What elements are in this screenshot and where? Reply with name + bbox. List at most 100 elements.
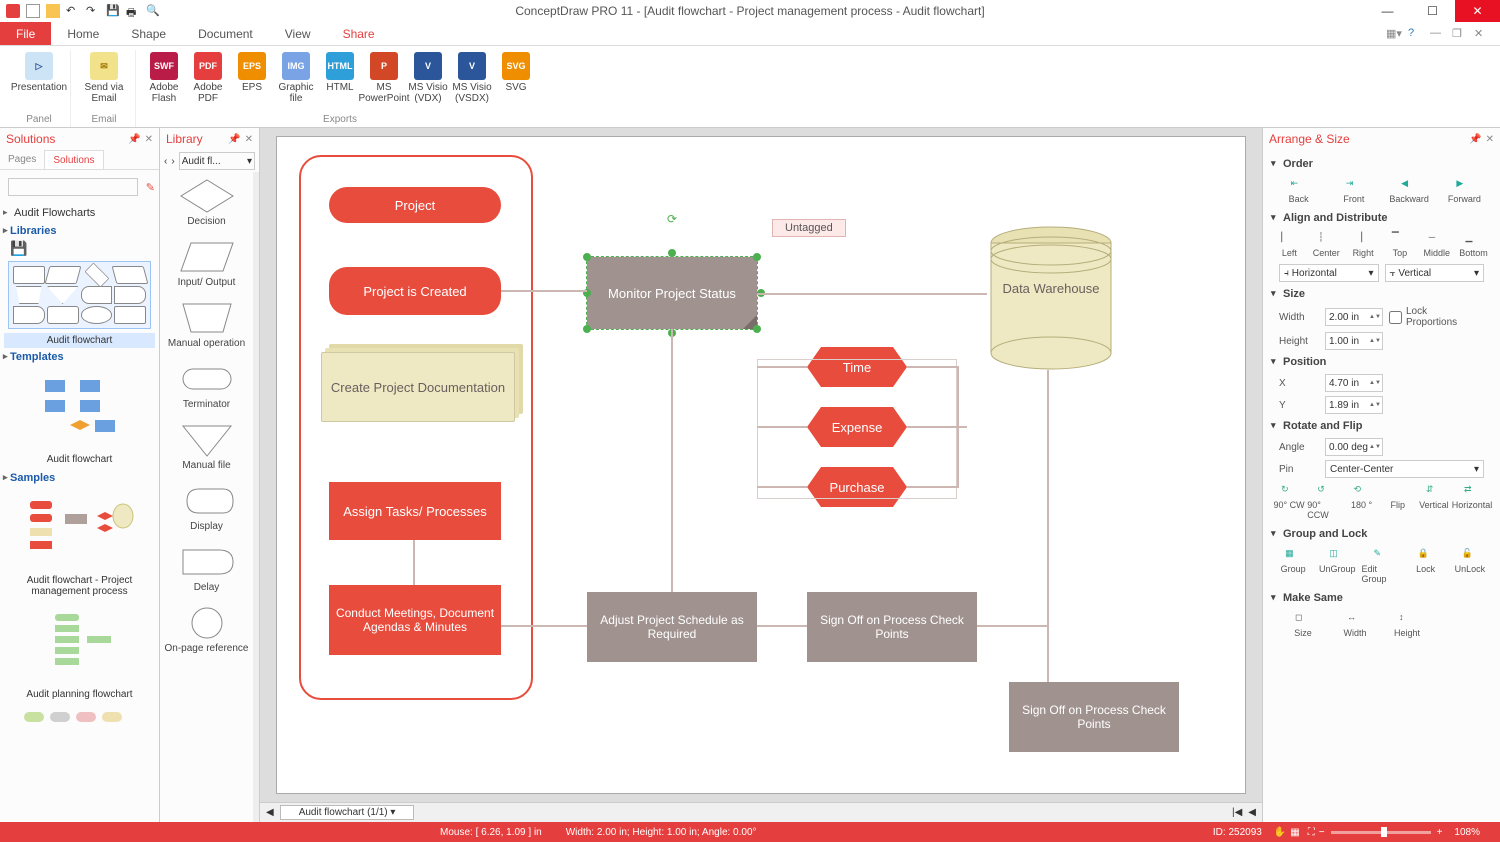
lock-btn[interactable]: 🔒Lock [1406, 548, 1446, 584]
zoom-out-icon[interactable]: − [1319, 827, 1325, 838]
order-back[interactable]: ⇤Back [1279, 178, 1319, 204]
rotate-handle-icon[interactable]: ⟳ [667, 212, 677, 226]
x-input[interactable]: 4.70 in▲▼ [1325, 374, 1383, 392]
same-size[interactable]: ◻Size [1283, 612, 1323, 638]
lib-next-icon[interactable]: › [171, 156, 174, 167]
template-thumb[interactable] [10, 370, 149, 450]
export-adobe-flash[interactable]: SWFAdobe Flash [144, 50, 184, 112]
pin-icon[interactable]: 📌 [228, 134, 240, 145]
mdi-restore-icon[interactable]: ❐ [1452, 27, 1466, 41]
y-input[interactable]: 1.89 in▲▼ [1325, 396, 1383, 414]
fit-icon[interactable]: ⛶ [1304, 827, 1319, 838]
order-forward[interactable]: ▶Forward [1444, 178, 1484, 204]
tree-samples[interactable]: Samples [0, 469, 159, 487]
panel-close-icon[interactable]: ✕ [145, 134, 153, 145]
redo-icon[interactable]: ↷ [86, 4, 100, 18]
save-lib-icon[interactable]: 💾 [4, 240, 27, 256]
export-adobe-pdf[interactable]: PDFAdobe PDF [188, 50, 228, 112]
size-section[interactable]: Size [1271, 284, 1492, 304]
makesame-section[interactable]: Make Same [1271, 588, 1492, 608]
sample3-thumb[interactable] [10, 708, 149, 728]
lib-shape-terminator[interactable]: Terminator [160, 355, 253, 416]
unlock-btn[interactable]: 🔓UnLock [1450, 548, 1490, 584]
close-button[interactable]: ✕ [1455, 0, 1500, 22]
align-section[interactable]: Align and Distribute [1271, 208, 1492, 228]
align-center[interactable]: ┆Center [1308, 232, 1345, 258]
order-backward[interactable]: ◀Backward [1389, 178, 1429, 204]
undo-icon[interactable]: ↶ [66, 4, 80, 18]
export-ms-visio-vsdx-[interactable]: VMS Visio (VSDX) [452, 50, 492, 112]
untagged-callout[interactable]: Untagged [772, 219, 846, 237]
print-icon[interactable]: 🖶 [126, 4, 140, 18]
export-ms-visio-vdx-[interactable]: VMS Visio (VDX) [408, 50, 448, 112]
new-doc-icon[interactable] [26, 4, 40, 18]
order-front[interactable]: ⇥Front [1334, 178, 1374, 204]
snap-icon[interactable]: ▦ [1286, 827, 1303, 838]
lib-shape-delay[interactable]: Delay [160, 538, 253, 599]
align-right[interactable]: ▕Right [1345, 232, 1382, 258]
shape-signoff2[interactable]: Sign Off on Process Check Points [1009, 682, 1179, 752]
pin-icon[interactable]: 📌 [1469, 134, 1481, 145]
library-selector[interactable]: Audit fl...▾ [179, 152, 255, 170]
shape-signoff1[interactable]: Sign Off on Process Check Points [807, 592, 977, 662]
document-tab[interactable]: Audit flowchart (1/1) ▾ [280, 805, 415, 820]
shape-docs[interactable]: Create Project Documentation [321, 352, 515, 422]
drawing-canvas[interactable]: Project Project is Created Create Projec… [276, 136, 1246, 794]
tree-templates[interactable]: Templates [0, 348, 159, 366]
flip-horizontal[interactable]: ⇄Horizontal [1452, 484, 1492, 520]
ungroup-btn[interactable]: ◫UnGroup [1317, 548, 1357, 584]
scroll-left-icon[interactable]: ◀ [266, 807, 274, 818]
sample2-thumb[interactable] [10, 605, 149, 685]
rotate-cw[interactable]: ↻90° CW [1271, 484, 1307, 520]
rotate-section[interactable]: Rotate and Flip [1271, 416, 1492, 436]
same-height[interactable]: ↕Height [1387, 612, 1427, 638]
presentation-button[interactable]: ▷ Presentation [14, 50, 64, 112]
group-section[interactable]: Group and Lock [1271, 524, 1492, 544]
shape-adjust[interactable]: Adjust Project Schedule as Required [587, 592, 757, 662]
sample1-thumb[interactable] [10, 491, 149, 571]
export-svg[interactable]: SVGSVG [496, 50, 536, 112]
rotate-180[interactable]: ⟲180 ° [1343, 484, 1379, 520]
same-width[interactable]: ↔Width [1335, 612, 1375, 638]
pin-select[interactable]: Center-Center▾ [1325, 460, 1484, 478]
pages-tab[interactable]: Pages [0, 150, 44, 169]
solutions-search[interactable] [8, 178, 138, 196]
mdi-close-icon[interactable]: ✕ [1474, 27, 1488, 41]
tree-libraries[interactable]: Libraries [0, 222, 159, 240]
export-graphic-file[interactable]: IMGGraphic file [276, 50, 316, 112]
shape-project[interactable]: Project [329, 187, 501, 223]
angle-input[interactable]: 0.00 deg▲▼ [1325, 438, 1383, 456]
lib-shape-manual-operation[interactable]: Manual operation [160, 294, 253, 355]
tab-shape[interactable]: Shape [115, 22, 182, 45]
scroll-right-icon[interactable]: ◀ [1248, 807, 1256, 818]
preview-icon[interactable]: 🔍 [146, 4, 160, 18]
width-input[interactable]: 2.00 in▲▼ [1325, 308, 1383, 326]
tab-view[interactable]: View [269, 22, 327, 45]
help-icon[interactable]: ? [1408, 27, 1422, 41]
lib-prev-icon[interactable]: ‹ [164, 156, 167, 167]
panel-close-icon[interactable]: ✕ [1486, 134, 1494, 145]
lib-shape-manual-file[interactable]: Manual file [160, 416, 253, 477]
align-middle[interactable]: ─Middle [1418, 232, 1455, 258]
minimize-button[interactable]: — [1365, 0, 1410, 22]
flip-vertical[interactable]: ⇵Vertical [1416, 484, 1452, 520]
tab-document[interactable]: Document [182, 22, 269, 45]
shape-created[interactable]: Project is Created [329, 267, 501, 315]
align-left[interactable]: ▏Left [1271, 232, 1308, 258]
hand-tool-icon[interactable]: ✋ [1274, 827, 1286, 838]
shape-assign[interactable]: Assign Tasks/ Processes [329, 482, 501, 540]
solutions-tab[interactable]: Solutions [44, 150, 103, 169]
order-section[interactable]: Order [1271, 154, 1492, 174]
save-icon[interactable]: 💾 [106, 4, 120, 18]
library-thumbnails[interactable] [8, 261, 151, 329]
group-btn[interactable]: ▦Group [1273, 548, 1313, 584]
file-menu[interactable]: File [0, 22, 51, 45]
position-section[interactable]: Position [1271, 352, 1492, 372]
align-top[interactable]: ▔Top [1381, 232, 1418, 258]
lib-shape-display[interactable]: Display [160, 477, 253, 538]
export-ms-powerpoint[interactable]: PMS PowerPoint [364, 50, 404, 112]
mdi-minimize-icon[interactable]: — [1430, 27, 1444, 41]
distribute-horizontal[interactable]: ⫞ Horizontal▾ [1279, 264, 1379, 282]
export-html[interactable]: HTMLHTML [320, 50, 360, 112]
export-eps[interactable]: EPSEPS [232, 50, 272, 112]
